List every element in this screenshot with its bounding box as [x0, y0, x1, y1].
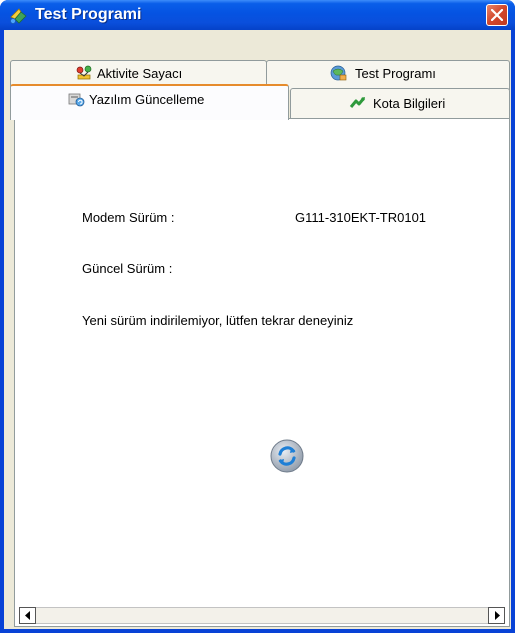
tab-label: Test Programı — [355, 66, 436, 81]
status-message: Yeni sürüm indirilemiyor, lütfen tekrar … — [82, 313, 354, 328]
quota-info-icon — [349, 95, 367, 111]
app-window: Test Programi Aktivite Sayacı Test Progr… — [0, 0, 515, 633]
close-icon — [491, 9, 503, 21]
tab-label: Kota Bilgileri — [373, 96, 446, 111]
scroll-left-button[interactable] — [19, 607, 36, 624]
software-update-icon — [67, 91, 85, 107]
title-bar[interactable]: Test Programi — [0, 0, 515, 30]
test-program-icon — [329, 65, 347, 81]
dialog-client-area: Aktivite Sayacı Test Programı Yazılım Gü… — [4, 30, 511, 629]
activity-counter-icon — [75, 65, 93, 81]
scroll-right-button[interactable] — [488, 607, 505, 624]
tab-software-update[interactable]: Yazılım Güncelleme — [10, 84, 289, 120]
arrow-left-icon — [25, 611, 30, 620]
arrow-right-icon — [495, 611, 500, 620]
tab-test-program[interactable]: Test Programı — [266, 60, 510, 90]
current-version-label: Güncel Sürüm : — [82, 261, 173, 276]
modem-version-value: G111-310EKT-TR0101 — [295, 210, 427, 225]
window-title: Test Programi — [35, 6, 142, 23]
app-icon — [9, 7, 29, 25]
tab-panel-software-update: Modem Sürüm : G111-310EKT-TR0101 Güncel … — [14, 118, 510, 627]
refresh-icon — [270, 439, 304, 473]
close-button[interactable] — [486, 4, 508, 26]
refresh-button[interactable] — [270, 439, 304, 473]
tab-quota-info[interactable]: Kota Bilgileri — [290, 88, 510, 119]
tab-label: Aktivite Sayacı — [97, 66, 183, 81]
tab-label: Yazılım Güncelleme — [89, 92, 205, 107]
modem-version-label: Modem Sürüm : — [82, 210, 175, 225]
horizontal-scrollbar[interactable] — [19, 607, 505, 624]
